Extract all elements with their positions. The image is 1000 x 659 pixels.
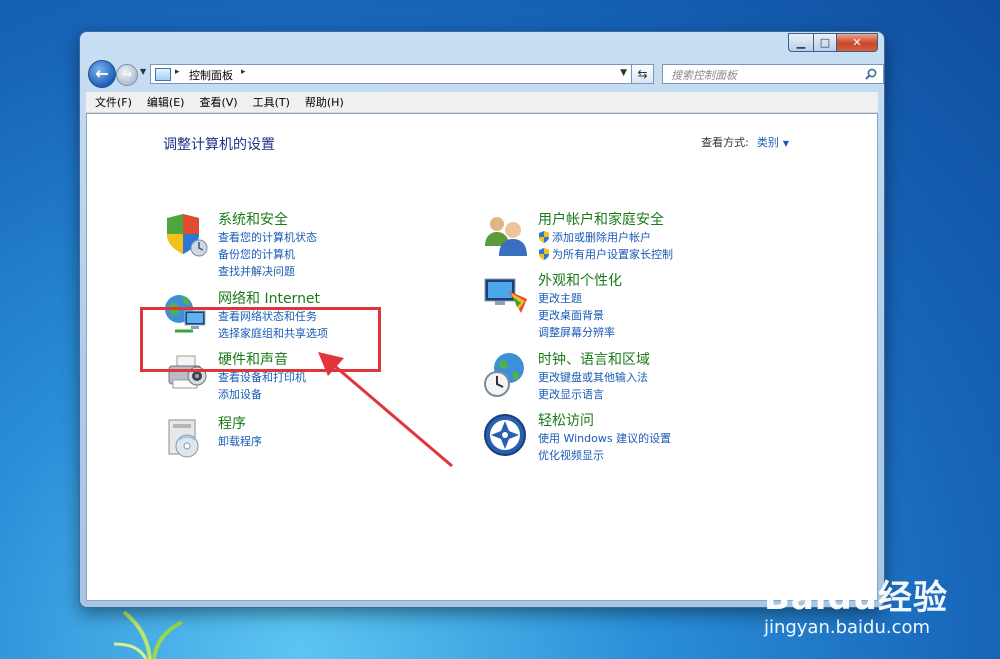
link-troubleshoot[interactable]: 查找并解决问题 (218, 263, 295, 279)
link-screen-resolution[interactable]: 调整屏幕分辨率 (538, 324, 615, 340)
view-by-dropdown[interactable]: 类别 (757, 136, 779, 149)
minimize-button[interactable]: ▁ (788, 33, 814, 52)
recent-pages-dropdown-icon[interactable]: ▼ (140, 67, 146, 76)
link-text[interactable]: 为所有用户设置家长控制 (552, 248, 673, 261)
menu-edit[interactable]: 编辑(E) (147, 94, 185, 110)
link-backup-computer[interactable]: 备份您的计算机 (218, 246, 295, 262)
link-windows-suggested-settings[interactable]: 使用 Windows 建议的设置 (538, 430, 671, 446)
close-button[interactable]: ✕ (837, 33, 878, 52)
menu-file[interactable]: 文件(F) (95, 94, 132, 110)
address-chevron-icon[interactable]: ▸ (241, 67, 246, 77)
watermark-main: Baidu经验 (763, 578, 948, 618)
link-parental-controls[interactable]: 为所有用户设置家长控制 (538, 246, 673, 262)
chevron-down-icon[interactable]: ▼ (783, 139, 789, 148)
maximize-button[interactable]: □ (814, 33, 837, 52)
address-dropdown-icon[interactable]: ▼ (620, 68, 627, 78)
link-check-computer-status[interactable]: 查看您的计算机状态 (218, 229, 317, 245)
users-icon (485, 217, 527, 256)
category-title[interactable]: 时钟、语言和区域 (538, 349, 650, 369)
link-add-device[interactable]: 添加设备 (218, 386, 262, 402)
caption-buttons: ▁ □ ✕ (788, 33, 878, 52)
programs-icon (168, 419, 199, 458)
menu-view[interactable]: 查看(V) (199, 94, 237, 110)
uac-shield-icon (539, 248, 549, 260)
search-icon[interactable] (865, 68, 877, 80)
refresh-button[interactable]: ⇆ (632, 64, 654, 84)
page-title: 调整计算机的设置 (163, 137, 275, 153)
menu-tools[interactable]: 工具(T) (253, 94, 290, 110)
menu-help[interactable]: 帮助(H) (305, 94, 344, 110)
link-keyboard-input[interactable]: 更改键盘或其他输入法 (538, 369, 648, 385)
baidu-jingyan-watermark: Baidu经验 jingyan.baidu.com (764, 570, 948, 638)
view-by: 查看方式: 类别 ▼ (701, 134, 789, 150)
category-title[interactable]: 系统和安全 (218, 209, 288, 229)
link-text[interactable]: 添加或删除用户帐户 (552, 231, 651, 244)
category-title[interactable]: 程序 (218, 413, 246, 433)
back-button[interactable]: ← (88, 60, 116, 88)
uac-shield-icon (539, 231, 549, 243)
annotation-arrow-icon (318, 352, 453, 468)
ease-of-access-icon (484, 414, 526, 456)
monitor-palette-icon (484, 278, 527, 313)
address-path[interactable]: 控制面板 (189, 67, 233, 83)
search-box[interactable]: 搜索控制面板 (662, 64, 884, 84)
link-optimize-display[interactable]: 优化视频显示 (538, 447, 604, 463)
control-panel-icon (155, 68, 171, 81)
category-title[interactable]: 外观和个性化 (538, 270, 622, 290)
search-placeholder: 搜索控制面板 (671, 69, 737, 82)
clock-globe-icon (484, 353, 524, 397)
link-change-background[interactable]: 更改桌面背景 (538, 307, 604, 323)
watermark-url: jingyan.baidu.com (763, 617, 931, 638)
shield-icon (167, 214, 208, 257)
forward-button[interactable]: → (116, 64, 138, 86)
link-display-language[interactable]: 更改显示语言 (538, 386, 604, 402)
link-change-theme[interactable]: 更改主题 (538, 290, 582, 306)
address-bar[interactable]: ▸ 控制面板 ▸ ▼ (150, 64, 632, 84)
navigation-bar: ← → ▼ ▸ 控制面板 ▸ ▼ ⇆ 搜索控制面板 (88, 60, 884, 88)
desktop-wallpaper-grass (113, 610, 183, 659)
menu-bar: 文件(F) 编辑(E) 查看(V) 工具(T) 帮助(H) (86, 92, 878, 113)
category-title[interactable]: 用户帐户和家庭安全 (538, 209, 664, 229)
link-add-remove-users[interactable]: 添加或删除用户帐户 (538, 229, 651, 245)
category-title[interactable]: 轻松访问 (538, 410, 594, 430)
link-uninstall-program[interactable]: 卸载程序 (218, 433, 262, 449)
category-title[interactable]: 网络和 Internet (218, 288, 320, 308)
view-by-label: 查看方式: (701, 136, 749, 149)
address-separator-icon[interactable]: ▸ (175, 67, 180, 77)
